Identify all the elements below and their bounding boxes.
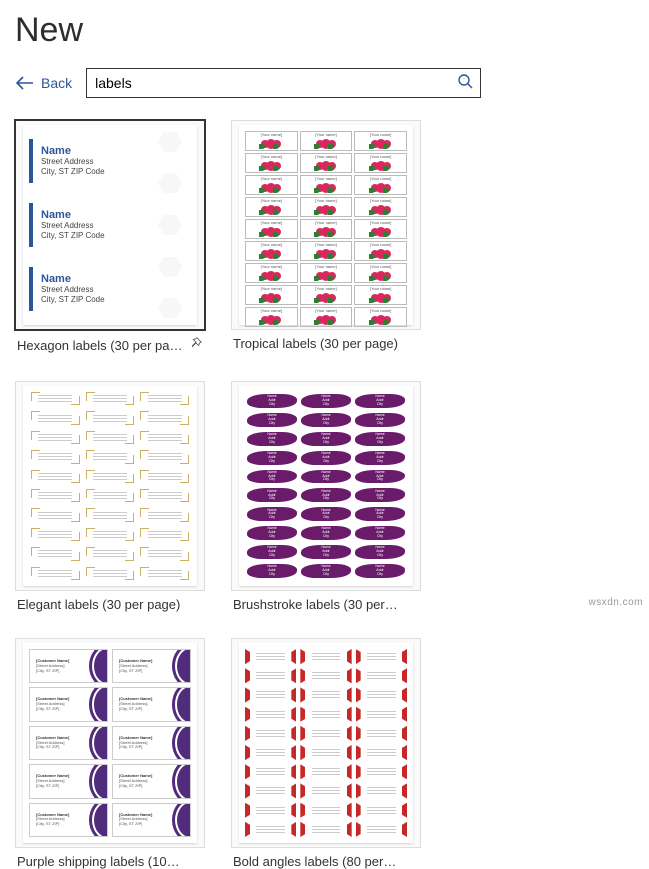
back-arrow-icon bbox=[15, 76, 33, 90]
template-thumbnail bbox=[231, 638, 421, 848]
back-button[interactable]: Back bbox=[15, 75, 72, 91]
template-label: Brushstroke labels (30 per… bbox=[233, 597, 398, 612]
template-thumbnail: [Customer Name][Street Address][City, ST… bbox=[15, 638, 205, 848]
template-thumbnail bbox=[15, 381, 205, 591]
template-label: Bold angles labels (80 per… bbox=[233, 854, 396, 869]
template-label-row: Bold angles labels (80 per… bbox=[231, 848, 421, 869]
search-icon bbox=[457, 73, 473, 94]
template-label: Hexagon labels (30 per pa… bbox=[17, 338, 183, 353]
page-title: New bbox=[15, 11, 634, 50]
template-label-row: Elegant labels (30 per page) bbox=[15, 591, 205, 612]
pin-icon[interactable] bbox=[189, 336, 203, 355]
template-card[interactable]: [Customer Name][Street Address][City, ST… bbox=[15, 638, 205, 869]
template-thumbnail: NameStreet AddressCity, ST ZIP CodeNameS… bbox=[15, 120, 205, 330]
template-card[interactable]: [Your name][Your name][Your name][Your n… bbox=[231, 120, 421, 355]
template-label-row: Tropical labels (30 per page) bbox=[231, 330, 421, 351]
back-label: Back bbox=[41, 75, 72, 91]
template-grid: NameStreet AddressCity, ST ZIP CodeNameS… bbox=[15, 120, 634, 869]
search-box bbox=[86, 68, 481, 98]
template-label-row: Brushstroke labels (30 per… bbox=[231, 591, 421, 612]
template-card[interactable]: Elegant labels (30 per page) bbox=[15, 381, 205, 612]
template-card[interactable]: NameStreet AddressCity, ST ZIP CodeNameS… bbox=[15, 120, 205, 355]
search-input[interactable] bbox=[87, 69, 450, 97]
template-label: Tropical labels (30 per page) bbox=[233, 336, 398, 351]
template-label: Elegant labels (30 per page) bbox=[17, 597, 180, 612]
template-thumbnail: NameAddrCityNameAddrCityNameAddrCityName… bbox=[231, 381, 421, 591]
top-row: Back bbox=[15, 68, 634, 98]
template-card[interactable]: NameAddrCityNameAddrCityNameAddrCityName… bbox=[231, 381, 421, 612]
template-label: Purple shipping labels (10… bbox=[17, 854, 180, 869]
template-label-row: Hexagon labels (30 per pa… bbox=[15, 330, 205, 355]
watermark: wsxdn.com bbox=[588, 597, 643, 608]
template-thumbnail: [Your name][Your name][Your name][Your n… bbox=[231, 120, 421, 330]
search-button[interactable] bbox=[450, 69, 480, 97]
template-card[interactable]: Bold angles labels (80 per… bbox=[231, 638, 421, 869]
template-label-row: Purple shipping labels (10… bbox=[15, 848, 205, 869]
